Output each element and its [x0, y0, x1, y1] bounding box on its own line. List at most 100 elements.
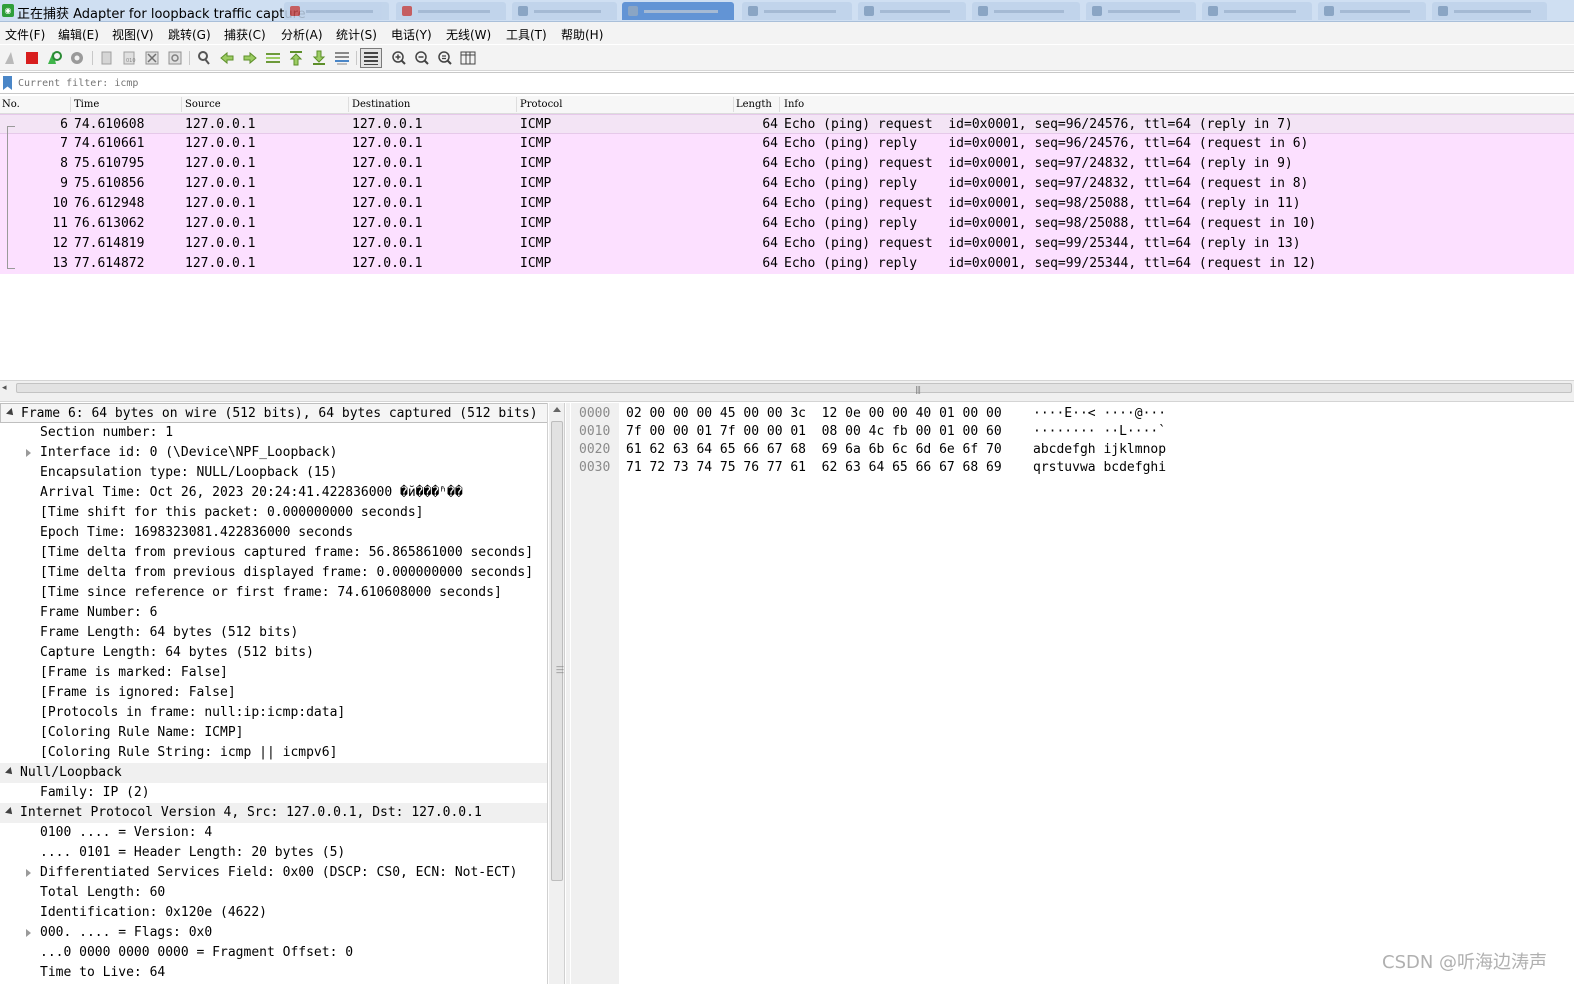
- detail-field[interactable]: ...0 0000 0000 0000 = Fragment Offset: 0: [0, 943, 547, 963]
- expand-arrow-icon[interactable]: [6, 408, 16, 418]
- background-window-tab[interactable]: [396, 2, 506, 20]
- menu-file[interactable]: 文件(F): [5, 26, 45, 43]
- column-divider[interactable]: [516, 97, 517, 112]
- colorize-icon[interactable]: [360, 48, 382, 68]
- detail-section-header[interactable]: Internet Protocol Version 4, Src: 127.0.…: [0, 803, 547, 823]
- packet-row[interactable]: 12 77.614819 127.0.0.1 127.0.0.1 ICMP 64 Echo …: [0, 234, 1574, 254]
- detail-field[interactable]: [Coloring Rule String: icmp || icmpv6]: [0, 743, 547, 763]
- column-divider[interactable]: [348, 97, 349, 112]
- column-divider[interactable]: [70, 97, 71, 112]
- find-packet-icon[interactable]: [196, 50, 212, 66]
- go-last-icon[interactable]: [311, 50, 327, 66]
- background-window-tab[interactable]: [284, 2, 389, 20]
- packet-row[interactable]: 11 76.613062 127.0.0.1 127.0.0.1 ICMP 64 Echo …: [0, 214, 1574, 234]
- hex-dump-row[interactable]: 0030 71 72 73 74 75 76 77 61 62 63 64 65 …: [571, 459, 1574, 477]
- detail-field[interactable]: [Time delta from previous captured frame…: [0, 543, 547, 563]
- background-window-tab[interactable]: [1318, 2, 1426, 20]
- menu-capture[interactable]: 捕获(C): [224, 26, 266, 43]
- packet-row[interactable]: 13 77.614872 127.0.0.1 127.0.0.1 ICMP 64 Echo …: [0, 254, 1574, 274]
- column-header-protocol[interactable]: Protocol: [520, 99, 562, 110]
- detail-field[interactable]: 000. .... = Flags: 0x0: [0, 923, 547, 943]
- column-header-info[interactable]: Info: [784, 99, 804, 110]
- pane-splitter[interactable]: [566, 403, 570, 984]
- collapse-arrow-icon[interactable]: [26, 869, 31, 877]
- column-header-no[interactable]: No.: [2, 99, 20, 110]
- capture-options-icon[interactable]: [69, 50, 85, 66]
- details-vertical-scrollbar[interactable]: — — —: [549, 403, 565, 984]
- save-file-icon[interactable]: 010: [121, 50, 137, 66]
- stop-capture-icon[interactable]: [24, 50, 40, 66]
- menu-go[interactable]: 跳转(G): [168, 26, 211, 43]
- shark-fin-start-icon[interactable]: [3, 50, 19, 66]
- menu-telephony[interactable]: 电话(Y): [391, 26, 432, 43]
- detail-field[interactable]: [Frame is marked: False]: [0, 663, 547, 683]
- open-file-icon[interactable]: [99, 50, 115, 66]
- column-divider[interactable]: [733, 97, 734, 112]
- detail-section-header[interactable]: Frame 6: 64 bytes on wire (512 bits), 64…: [0, 403, 547, 423]
- zoom-in-icon[interactable]: [391, 50, 407, 66]
- column-header-source[interactable]: Source: [185, 99, 221, 110]
- menu-analyze[interactable]: 分析(A): [281, 26, 323, 43]
- column-divider[interactable]: [779, 97, 780, 112]
- detail-field[interactable]: Encapsulation type: NULL/Loopback (15): [0, 463, 547, 483]
- resize-columns-icon[interactable]: [460, 50, 476, 66]
- packet-row[interactable]: 8 75.610795 127.0.0.1 127.0.0.1 ICMP 64 Echo (…: [0, 154, 1574, 174]
- hex-dump-row[interactable]: 0010 7f 00 00 01 7f 00 00 01 08 00 4c fb …: [571, 423, 1574, 441]
- detail-field[interactable]: Interface id: 0 (\Device\NPF_Loopback): [0, 443, 547, 463]
- go-first-icon[interactable]: [288, 50, 304, 66]
- menu-wireless[interactable]: 无线(W): [446, 26, 491, 43]
- detail-field[interactable]: .... 0101 = Header Length: 20 bytes (5): [0, 843, 547, 863]
- detail-field[interactable]: Differentiated Services Field: 0x00 (DSC…: [0, 863, 547, 883]
- detail-field[interactable]: Time to Live: 64: [0, 963, 547, 983]
- detail-field[interactable]: Family: IP (2): [0, 783, 547, 803]
- detail-field[interactable]: Arrival Time: Oct 26, 2023 20:24:41.4228…: [0, 483, 547, 503]
- column-header-time[interactable]: Time: [74, 99, 99, 110]
- packet-list-horizontal-scrollbar[interactable]: ◂ |||: [0, 380, 1574, 395]
- menu-statistics[interactable]: 统计(S): [336, 26, 377, 43]
- restart-capture-icon[interactable]: [46, 50, 62, 66]
- detail-field[interactable]: Frame Length: 64 bytes (512 bits): [0, 623, 547, 643]
- collapse-arrow-icon[interactable]: [26, 449, 31, 457]
- display-filter-input[interactable]: [16, 75, 1566, 92]
- collapse-arrow-icon[interactable]: [26, 929, 31, 937]
- packet-row[interactable]: 10 76.612948 127.0.0.1 127.0.0.1 ICMP 64 Echo …: [0, 194, 1574, 214]
- detail-field[interactable]: 0100 .... = Version: 4: [0, 823, 547, 843]
- scrollbar-thumb[interactable]: |||: [16, 383, 1572, 394]
- detail-field[interactable]: Identification: 0x120e (4622): [0, 903, 547, 923]
- detail-field[interactable]: Epoch Time: 1698323081.422836000 seconds: [0, 523, 547, 543]
- detail-field[interactable]: Total Length: 60: [0, 883, 547, 903]
- auto-scroll-icon[interactable]: [334, 50, 350, 66]
- menu-edit[interactable]: 编辑(E): [58, 26, 99, 43]
- detail-field[interactable]: [Frame is ignored: False]: [0, 683, 547, 703]
- detail-field[interactable]: [Protocols in frame: null:ip:icmp:data]: [0, 703, 547, 723]
- column-divider[interactable]: [181, 97, 182, 112]
- scroll-left-arrow-icon[interactable]: ◂: [2, 383, 7, 393]
- menu-view[interactable]: 视图(V): [112, 26, 154, 43]
- go-to-packet-icon[interactable]: [265, 50, 281, 66]
- background-window-tab[interactable]: [622, 2, 734, 20]
- go-forward-icon[interactable]: [242, 50, 258, 66]
- background-window-tab[interactable]: [1086, 2, 1196, 20]
- detail-section-header[interactable]: Null/Loopback: [0, 763, 547, 783]
- reload-file-icon[interactable]: [167, 50, 183, 66]
- expand-arrow-icon[interactable]: [5, 807, 15, 817]
- packet-row[interactable]: 9 75.610856 127.0.0.1 127.0.0.1 ICMP 64 Echo (…: [0, 174, 1574, 194]
- packet-row[interactable]: 7 74.610661 127.0.0.1 127.0.0.1 ICMP 64 Echo (…: [0, 134, 1574, 154]
- background-window-tab[interactable]: [858, 2, 966, 20]
- zoom-normal-icon[interactable]: [437, 50, 453, 66]
- background-window-tab[interactable]: [742, 2, 852, 20]
- close-file-icon[interactable]: [144, 50, 160, 66]
- go-back-icon[interactable]: [219, 50, 235, 66]
- bookmark-icon[interactable]: [3, 76, 12, 90]
- background-window-tab[interactable]: [512, 2, 617, 20]
- detail-field[interactable]: Frame Number: 6: [0, 603, 547, 623]
- pane-splitter[interactable]: [0, 395, 1574, 402]
- zoom-out-icon[interactable]: [414, 50, 430, 66]
- scroll-up-arrow-icon[interactable]: [553, 407, 561, 412]
- menu-help[interactable]: 帮助(H): [561, 26, 603, 43]
- detail-field[interactable]: Section number: 1: [0, 423, 547, 443]
- background-window-tab[interactable]: [1432, 2, 1547, 20]
- packet-row[interactable]: 6 74.610608 127.0.0.1 127.0.0.1 ICMP 64 Echo (…: [0, 114, 1574, 134]
- background-window-tab[interactable]: [972, 2, 1080, 20]
- detail-field[interactable]: [Time since reference or first frame: 74…: [0, 583, 547, 603]
